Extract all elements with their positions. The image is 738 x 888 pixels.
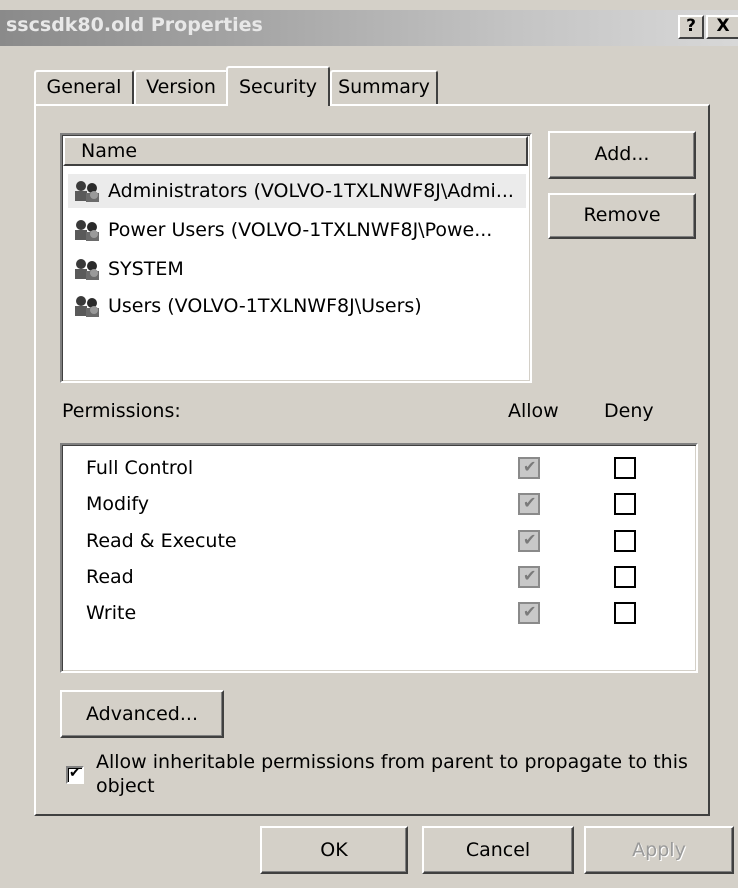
permissions-label: Permissions:	[62, 400, 181, 422]
deny-column-header: Deny	[604, 400, 654, 422]
list-item-power-users[interactable]: Power Users (VOLVO-1TXLNWF8J\Powe...	[68, 213, 526, 247]
user-group-icon	[75, 181, 99, 202]
list-item-administrators[interactable]: Administrators (VOLVO-1TXLNWF8J\Admi...	[68, 174, 526, 208]
allow-checkbox-write[interactable]	[518, 602, 540, 624]
user-group-icon	[75, 259, 99, 280]
add-button[interactable]: Add...	[548, 131, 696, 179]
user-group-icon	[75, 296, 99, 317]
group-label: Administrators (VOLVO-1TXLNWF8J\Admi...	[108, 180, 514, 202]
remove-button[interactable]: Remove	[548, 193, 696, 239]
inherit-permissions-checkbox[interactable]	[66, 765, 84, 784]
user-group-icon	[75, 220, 99, 241]
deny-checkbox-modify[interactable]	[614, 493, 636, 515]
tab-summary[interactable]: Summary	[330, 70, 438, 104]
allow-column-header: Allow	[508, 400, 559, 422]
window-title: sscsdk80.old Properties	[6, 14, 263, 36]
inherit-permissions-label[interactable]: Allow inheritable permissions from paren…	[96, 750, 696, 798]
deny-checkbox-write[interactable]	[614, 602, 636, 624]
advanced-button[interactable]: Advanced...	[60, 690, 224, 738]
deny-checkbox-read[interactable]	[614, 566, 636, 588]
permission-label-write: Write	[86, 602, 137, 624]
permission-label-read-execute: Read & Execute	[86, 530, 237, 552]
apply-button[interactable]: Apply	[584, 826, 734, 874]
ok-button[interactable]: OK	[260, 826, 408, 874]
permission-label-full-control: Full Control	[86, 457, 194, 479]
help-button[interactable]: ?	[678, 15, 704, 39]
tab-security[interactable]: Security	[226, 66, 330, 106]
tab-version[interactable]: Version	[134, 70, 228, 104]
list-header-name[interactable]: Name	[63, 136, 528, 166]
group-label: Power Users (VOLVO-1TXLNWF8J\Powe...	[108, 219, 493, 241]
cancel-button[interactable]: Cancel	[422, 826, 574, 874]
list-item-system[interactable]: SYSTEM	[68, 252, 526, 286]
close-button[interactable]: X	[706, 15, 738, 39]
permission-label-modify: Modify	[86, 493, 149, 515]
allow-checkbox-read-execute[interactable]	[518, 530, 540, 552]
allow-checkbox-full-control[interactable]	[518, 457, 540, 479]
allow-checkbox-read[interactable]	[518, 566, 540, 588]
allow-checkbox-modify[interactable]	[518, 493, 540, 515]
group-label: SYSTEM	[108, 258, 184, 280]
group-label: Users (VOLVO-1TXLNWF8J\Users)	[108, 295, 422, 317]
list-item-users[interactable]: Users (VOLVO-1TXLNWF8J\Users)	[68, 289, 526, 323]
deny-checkbox-full-control[interactable]	[614, 457, 636, 479]
deny-checkbox-read-execute[interactable]	[614, 530, 636, 552]
tab-general[interactable]: General	[34, 70, 134, 104]
permission-label-read: Read	[86, 566, 134, 588]
